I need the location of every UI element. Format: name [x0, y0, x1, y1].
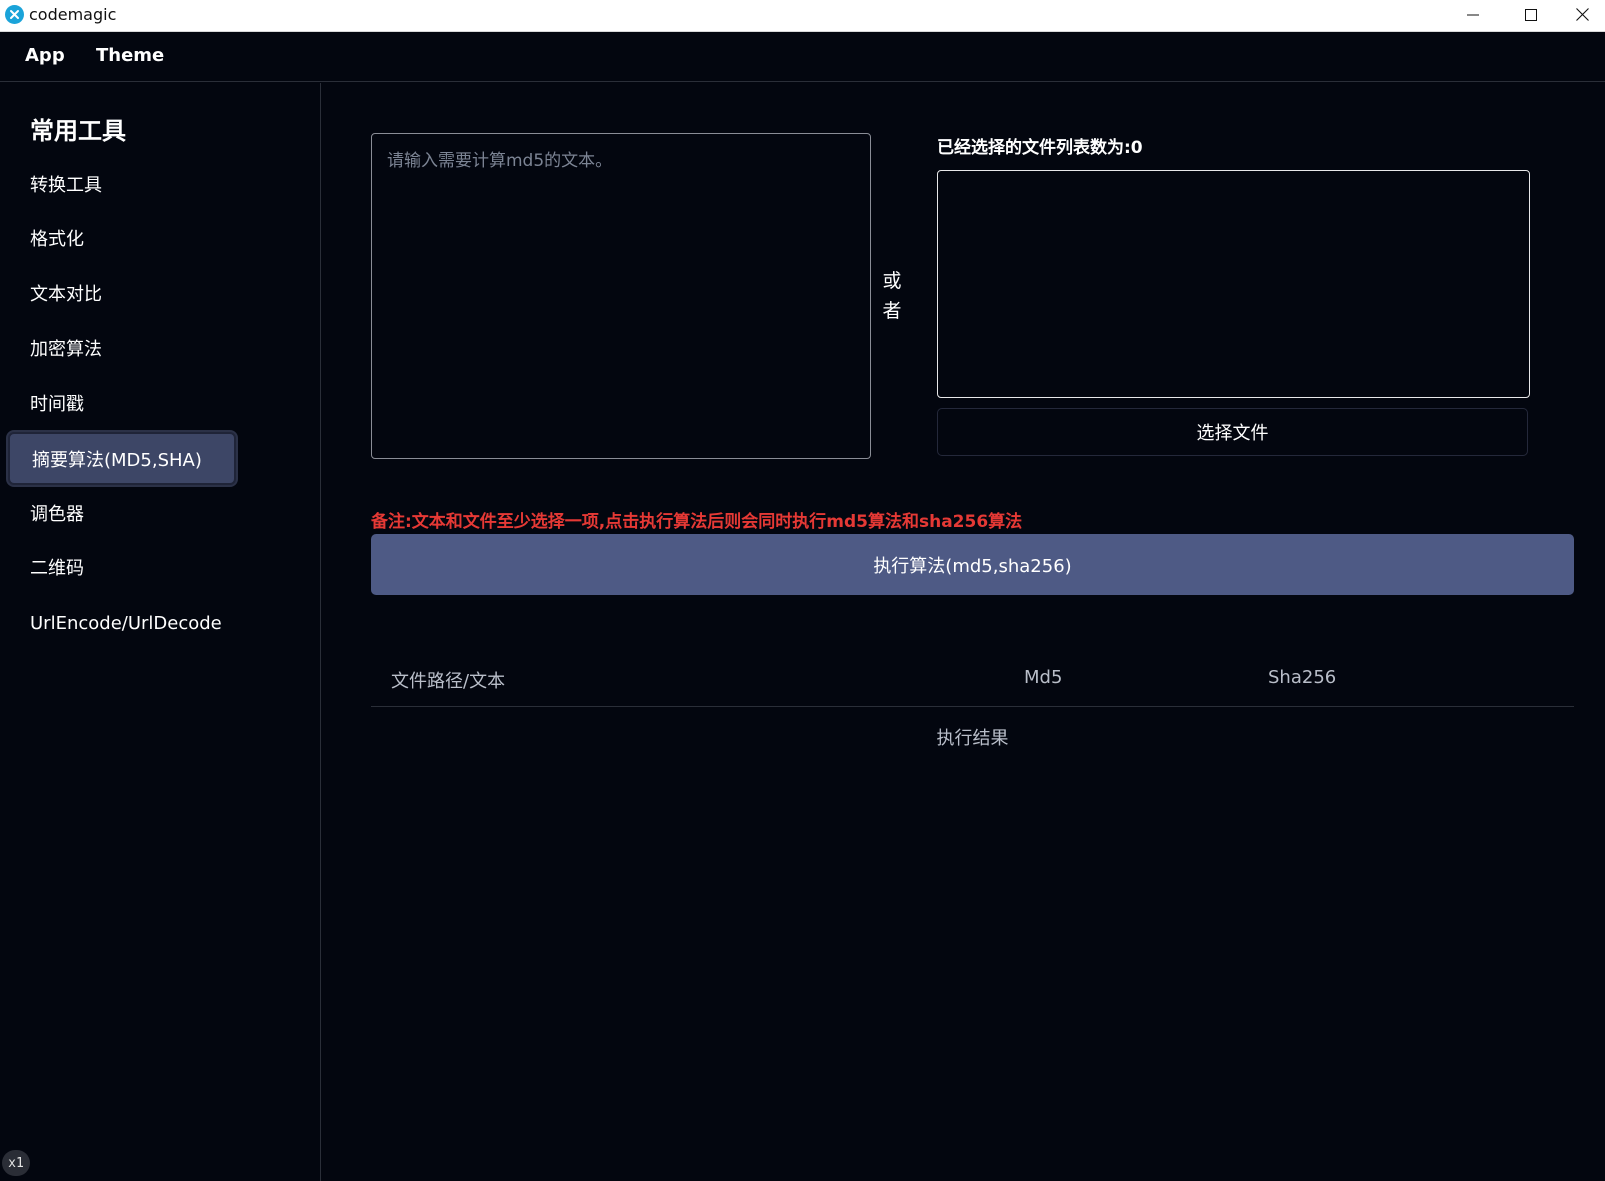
minimize-icon — [1467, 6, 1479, 25]
sidebar-item-color-picker[interactable]: 调色器 — [8, 487, 236, 539]
sidebar-heading: 常用工具 — [30, 117, 126, 145]
minimize-button[interactable] — [1444, 0, 1502, 31]
sidebar-item-text-diff[interactable]: 文本对比 — [8, 267, 236, 319]
run-algorithm-button[interactable]: 执行算法(md5,sha256) — [371, 534, 1574, 595]
sidebar: 常用工具 转换工具 格式化 文本对比 加密算法 时间戳 摘要算法(MD5,SHA… — [0, 83, 321, 1181]
sidebar-item-label: 时间戳 — [30, 394, 84, 415]
sidebar-item-label: UrlEncode/UrlDecode — [30, 612, 222, 634]
maximize-icon — [1525, 6, 1537, 25]
sidebar-item-label: 加密算法 — [30, 339, 102, 360]
sidebar-item-encryption[interactable]: 加密算法 — [8, 322, 236, 374]
maximize-button[interactable] — [1502, 0, 1560, 31]
or-label-char-1: 或 — [882, 270, 902, 292]
sidebar-item-qrcode[interactable]: 二维码 — [8, 541, 236, 593]
codemagic-logo-icon — [5, 5, 24, 24]
sidebar-item-timestamp[interactable]: 时间戳 — [8, 377, 236, 429]
menu-bar: App Theme — [0, 32, 1605, 82]
sidebar-item-urlencode[interactable]: UrlEncode/UrlDecode — [8, 597, 236, 649]
text-input[interactable] — [371, 133, 871, 459]
menu-theme[interactable]: Theme — [96, 45, 164, 67]
close-button[interactable] — [1559, 0, 1605, 31]
menu-app[interactable]: App — [25, 45, 65, 67]
results-header: 文件路径/文本 Md5 Sha256 — [371, 663, 1574, 707]
results-empty-text: 执行结果 — [936, 728, 1009, 749]
sidebar-item-label: 格式化 — [30, 229, 84, 250]
sidebar-item-formatter[interactable]: 格式化 — [8, 212, 236, 264]
sidebar-item-label: 转换工具 — [30, 175, 102, 196]
sidebar-item-digest[interactable]: 摘要算法(MD5,SHA) — [8, 432, 236, 485]
close-icon — [1575, 6, 1589, 25]
file-list-title: 已经选择的文件列表数为:0 — [937, 138, 1143, 158]
sidebar-item-label: 二维码 — [30, 558, 84, 579]
main-panel: 或 者 已经选择的文件列表数为:0 选择文件 备注:文本和文件至少选择一项,点击… — [322, 83, 1605, 1181]
sidebar-item-label: 摘要算法(MD5,SHA) — [32, 449, 202, 471]
title-bar: codemagic — [0, 0, 1605, 32]
sidebar-item-conversion-tools[interactable]: 转换工具 — [8, 158, 236, 210]
column-header-sha256: Sha256 — [1268, 667, 1337, 688]
file-list-box[interactable] — [937, 170, 1530, 398]
or-label: 或 者 — [880, 266, 904, 326]
choose-file-button[interactable]: 选择文件 — [937, 408, 1528, 456]
sidebar-item-label: 文本对比 — [30, 284, 102, 305]
zoom-badge: x1 — [2, 1150, 30, 1176]
column-header-md5: Md5 — [1024, 667, 1063, 688]
column-header-path: 文件路径/文本 — [391, 671, 506, 692]
or-label-char-2: 者 — [882, 300, 902, 322]
window-title: codemagic — [29, 5, 117, 24]
note-text: 备注:文本和文件至少选择一项,点击执行算法后则会同时执行md5算法和sha256… — [371, 512, 1023, 532]
results-table: 文件路径/文本 Md5 Sha256 执行结果 — [371, 663, 1574, 767]
sidebar-item-label: 调色器 — [30, 504, 84, 525]
